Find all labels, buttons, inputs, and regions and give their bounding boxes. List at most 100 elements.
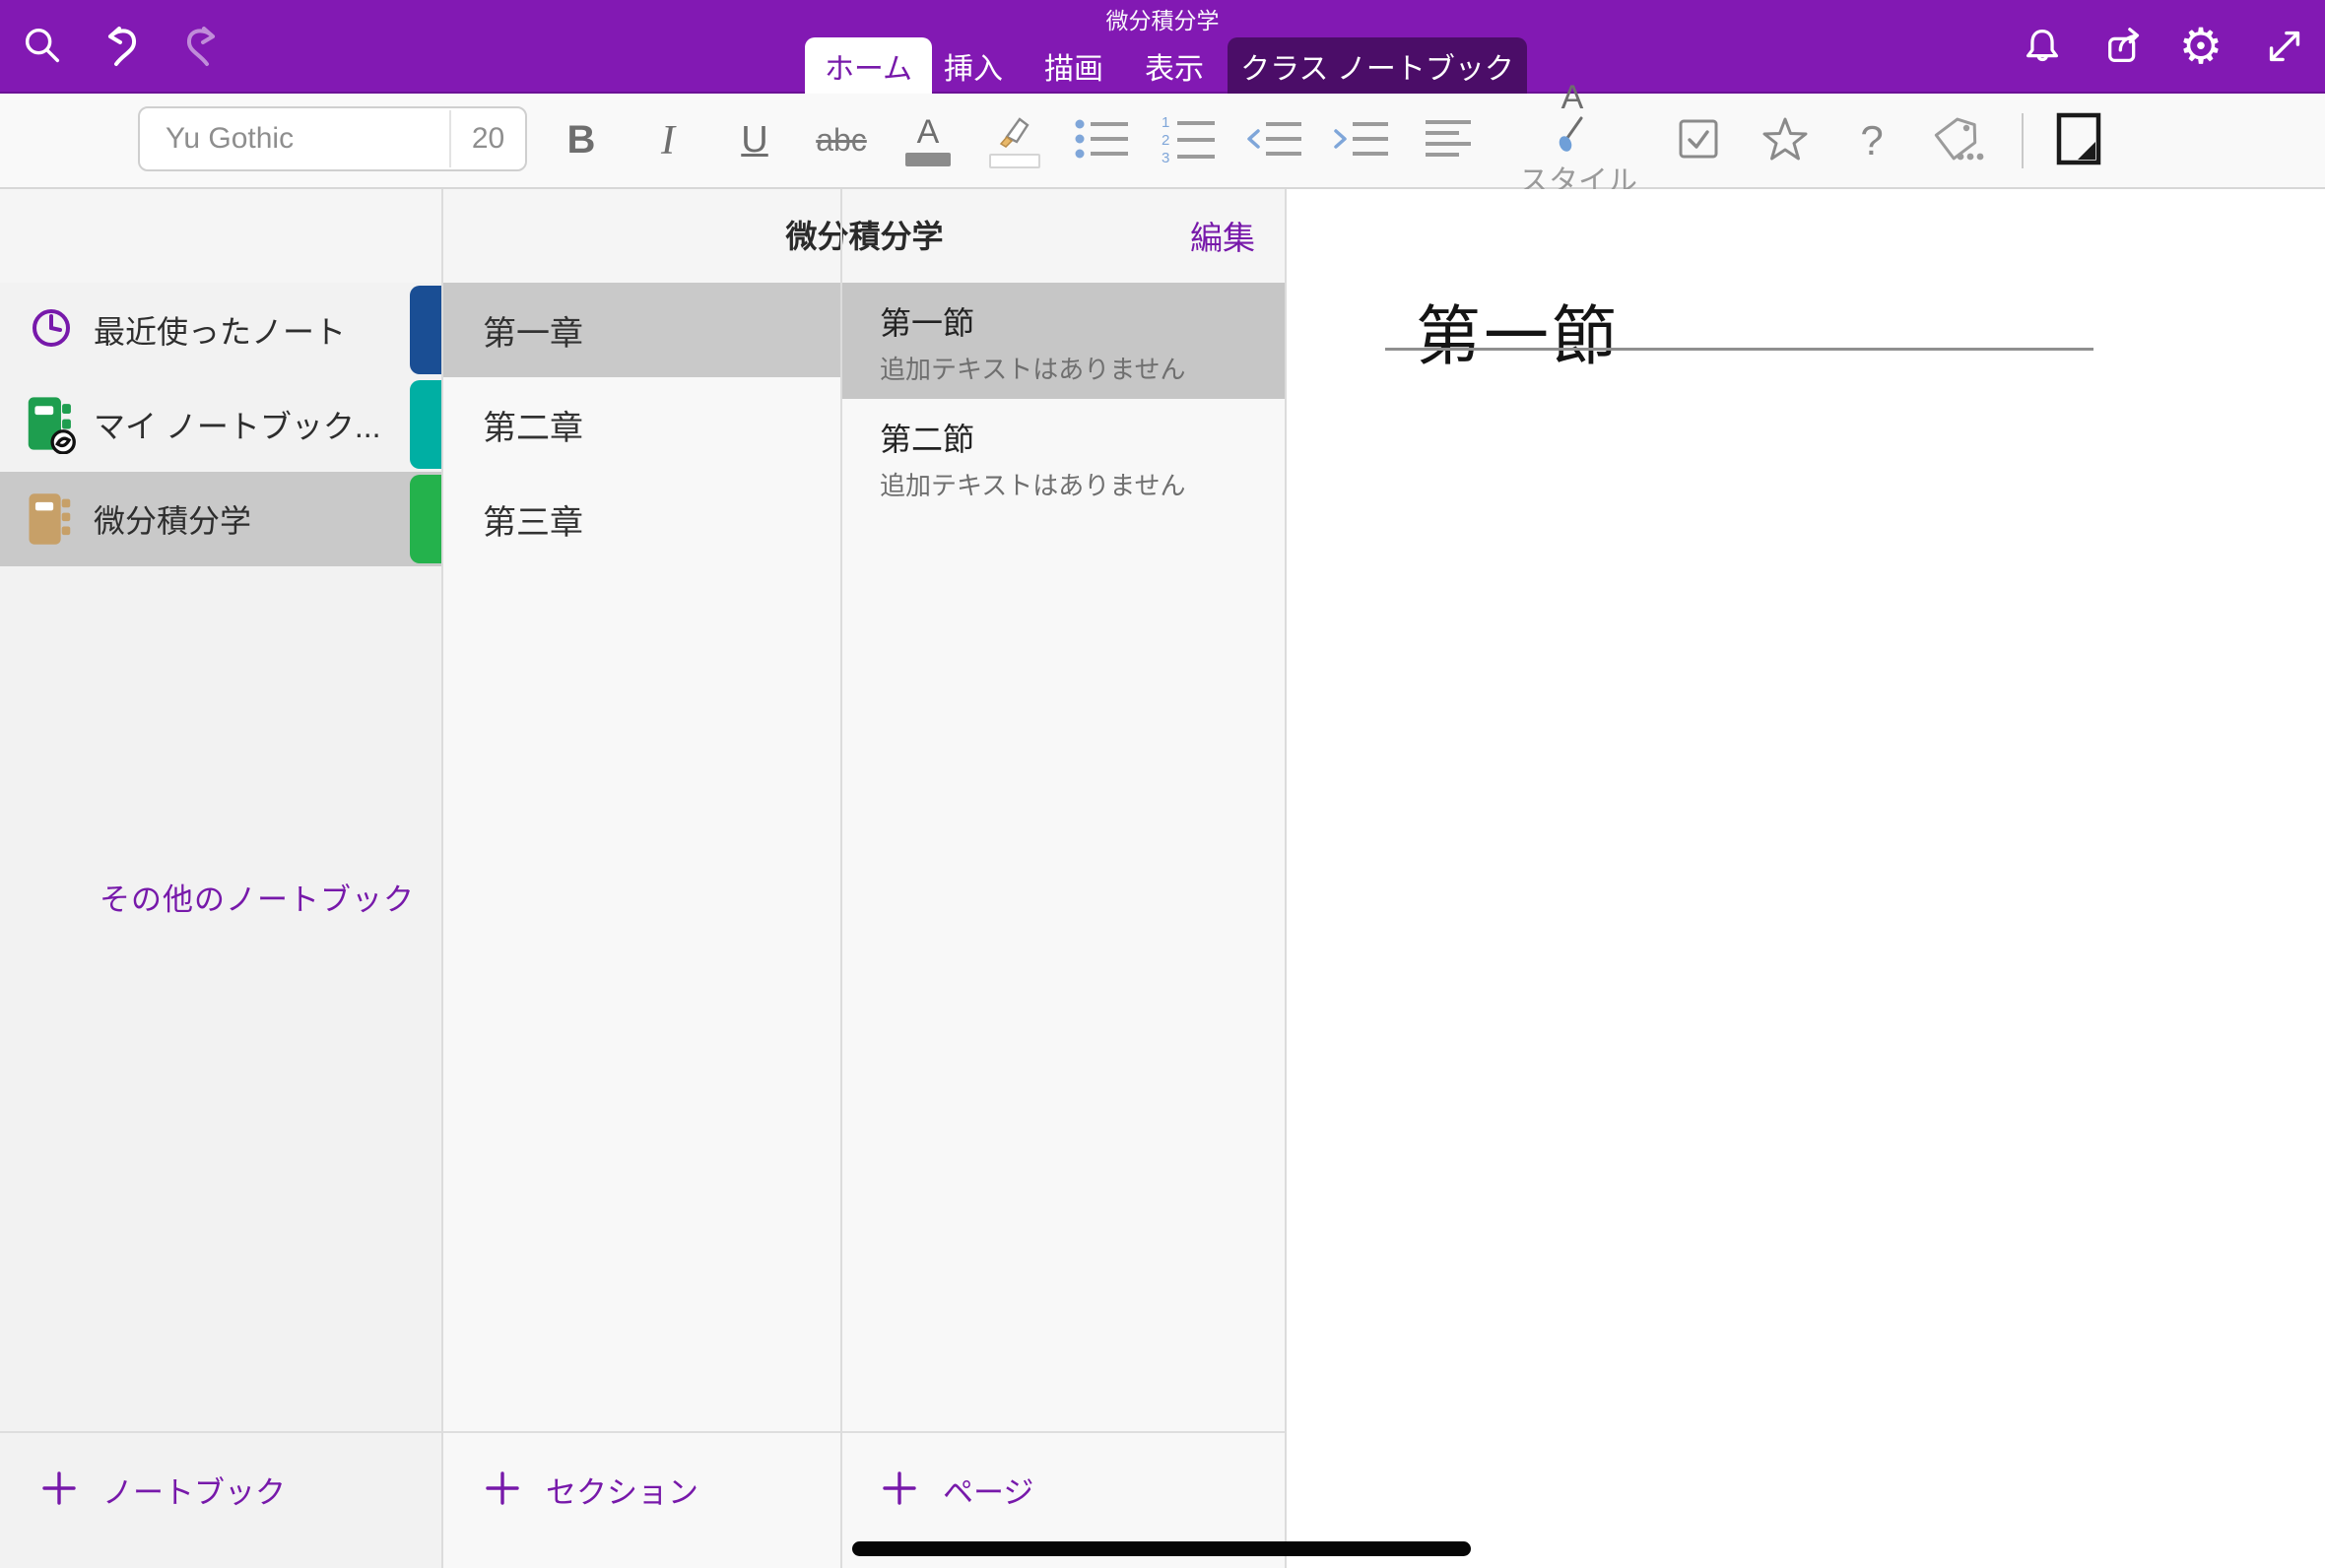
notebook-color-tab-blue [410, 286, 442, 374]
highlight-button[interactable] [987, 105, 1042, 176]
page-subtitle: 追加テキストはありません [880, 466, 1185, 502]
tab-draw[interactable]: 描画 [1027, 37, 1121, 94]
note-canvas[interactable]: 第一節 [1287, 189, 2325, 1568]
add-page-label: ページ [943, 1468, 1033, 1512]
ribbon-tab-bar: ホーム 挿入 描画 表示 クラス ノートブック [0, 37, 2325, 94]
outdent-button[interactable] [1247, 105, 1302, 176]
highlight-swatch [989, 154, 1040, 168]
bold-icon: B [567, 118, 596, 163]
bullet-list-button[interactable] [1074, 105, 1129, 176]
sidebar-item-recent-notes[interactable]: 最近使ったノート [0, 283, 442, 377]
divider-sidebar-sections [441, 189, 443, 1568]
alignment-button[interactable] [1421, 105, 1476, 176]
note-page-title[interactable]: 第一節 [1416, 284, 1620, 378]
page-corner-icon [2056, 112, 2101, 168]
onenote-app: 微分積分学 ホーム 挿入 描画 表示 クラス ノートブック [0, 0, 2325, 1568]
section-item-chapter-1[interactable]: 第一章 [443, 283, 841, 377]
sidebar-item-label: 最近使ったノート [94, 307, 346, 353]
tab-home[interactable]: ホーム [805, 37, 932, 94]
formatting-toolbar: Yu Gothic 20 B I U abc A 123 [0, 94, 2325, 189]
home-indicator-bar[interactable] [852, 1541, 1471, 1556]
tab-class-notebook-label: クラス ノートブック [1240, 44, 1514, 88]
bottom-divider [0, 1431, 1286, 1433]
strikethrough-icon: abc [816, 122, 867, 159]
plus-icon [485, 1470, 520, 1509]
question-icon: ? [1860, 117, 1883, 164]
add-notebook-label: ノートブック [102, 1468, 286, 1512]
svg-text:3: 3 [1162, 150, 1169, 163]
tab-view[interactable]: 表示 [1127, 37, 1222, 94]
tab-class-notebook[interactable]: クラス ノートブック [1228, 37, 1527, 94]
underline-icon: U [741, 119, 767, 162]
strikethrough-button[interactable]: abc [814, 105, 869, 176]
edit-button[interactable]: 編集 [1143, 211, 1261, 260]
indent-button[interactable] [1334, 105, 1389, 176]
add-section-label: セクション [546, 1468, 698, 1512]
todo-tag-button[interactable] [1671, 105, 1726, 176]
notebooks-sidebar: 最近使ったノート マイ ノートブック... 微分積分学 その他のノートブック [0, 283, 442, 1568]
section-label: 第三章 [443, 495, 583, 544]
notifications-button[interactable] [2018, 22, 2067, 71]
expand-button[interactable] [2260, 22, 2309, 71]
document-title: 微分積分学 [0, 2, 2325, 35]
question-tag-button[interactable]: ? [1844, 105, 1899, 176]
bullet-list-icon [1073, 116, 1130, 164]
font-color-button[interactable]: A [900, 105, 956, 176]
font-name-value[interactable]: Yu Gothic [140, 122, 449, 156]
gear-icon: ⚙ [2179, 22, 2224, 71]
page-view-button[interactable] [2051, 105, 2106, 176]
section-label: 第一章 [443, 306, 583, 355]
share-icon [2103, 24, 2149, 69]
toolbar-divider [2022, 113, 2024, 168]
sidebar-item-my-notebook[interactable]: マイ ノートブック... [0, 377, 442, 472]
numbered-list-icon: 123 [1160, 114, 1217, 166]
tab-insert-label: 挿入 [944, 44, 1003, 88]
bold-button[interactable]: B [554, 105, 609, 176]
add-page-button[interactable]: ページ [876, 1466, 1039, 1513]
page-subtitle: 追加テキストはありません [880, 350, 1185, 386]
styles-brush-icon [1558, 114, 1587, 157]
page-item-section-2[interactable]: 第二節 追加テキストはありません [842, 399, 1285, 515]
italic-icon: I [661, 117, 675, 164]
notebook-icon [26, 490, 77, 554]
sidebar-item-calculus-notebook[interactable]: 微分積分学 [0, 472, 442, 566]
sections-list: 第一章 第二章 第三章 [443, 283, 841, 1568]
sidebar-item-label: マイ ノートブック... [94, 402, 381, 447]
more-notebooks-link[interactable]: その他のノートブック [94, 874, 421, 920]
settings-button[interactable]: ⚙ [2176, 22, 2225, 71]
tag-ellipsis-icon [1933, 115, 1984, 165]
notebook-sync-icon [26, 393, 77, 459]
page-title: 第二節 [880, 415, 974, 460]
important-tag-button[interactable] [1758, 105, 1813, 176]
add-notebook-button[interactable]: ノートブック [35, 1466, 292, 1513]
section-item-chapter-2[interactable]: 第二章 [443, 377, 841, 472]
indent-icon [1333, 116, 1390, 164]
outdent-icon [1246, 116, 1303, 164]
share-button[interactable] [2101, 22, 2151, 71]
checkbox-icon [1677, 117, 1720, 163]
star-icon [1761, 116, 1809, 164]
add-section-button[interactable]: セクション [479, 1466, 704, 1513]
underline-button[interactable]: U [727, 105, 782, 176]
numbered-list-button[interactable]: 123 [1161, 105, 1216, 176]
clock-icon [26, 302, 77, 359]
font-size-value[interactable]: 20 [449, 110, 525, 167]
section-item-chapter-3[interactable]: 第三章 [443, 472, 841, 566]
italic-button[interactable]: I [640, 105, 696, 176]
plus-icon [882, 1470, 917, 1509]
title-underline [1385, 348, 2093, 351]
tab-insert[interactable]: 挿入 [926, 37, 1021, 94]
tab-draw-label: 描画 [1044, 44, 1103, 88]
styles-button[interactable]: A スタイル [1507, 105, 1637, 176]
plus-icon [41, 1470, 77, 1509]
top-app-bar: 微分積分学 ホーム 挿入 描画 表示 クラス ノートブック [0, 0, 2325, 94]
tab-home-label: ホーム [825, 44, 912, 88]
highlighter-icon [993, 113, 1036, 152]
alignment-icon [1424, 117, 1473, 163]
pages-list: 第一節 追加テキストはありません 第二節 追加テキストはありません [842, 283, 1285, 1568]
page-item-section-1[interactable]: 第一節 追加テキストはありません [842, 283, 1285, 399]
font-color-swatch [905, 153, 951, 166]
font-picker[interactable]: Yu Gothic 20 [138, 106, 527, 171]
more-tags-button[interactable] [1931, 105, 1986, 176]
expand-icon [2262, 24, 2307, 69]
